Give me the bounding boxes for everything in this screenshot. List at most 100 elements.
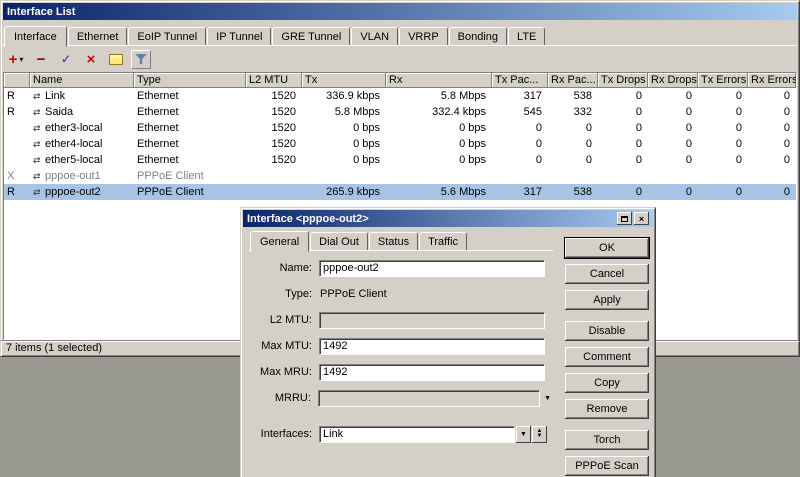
cell-rx-errors: 0: [748, 152, 796, 168]
cell-tx: [302, 168, 386, 184]
dialog-body: GeneralDial OutStatusTraffic Name:Type:P…: [241, 227, 655, 477]
column-header-l2-mtu[interactable]: L2 MTU: [246, 73, 302, 88]
cell-rx-drops: 0: [648, 184, 698, 200]
cell-rx-pac: 0: [548, 152, 598, 168]
tab-bonding[interactable]: Bonding: [449, 27, 507, 46]
ok-button[interactable]: OK: [565, 238, 649, 258]
type-field: PPPoE Client: [319, 288, 387, 300]
table-row[interactable]: ⇄ether5-localEthernet15200 bps0 bps00000…: [4, 152, 796, 168]
down-arrow-icon: ▼: [537, 434, 543, 439]
add-button[interactable]: +▾: [6, 50, 26, 69]
dropdown-arrow-icon[interactable]: ▼: [540, 395, 555, 402]
table-row[interactable]: ⇄ether4-localEthernet15200 bps0 bps00000…: [4, 136, 796, 152]
cancel-button[interactable]: Cancel: [565, 264, 649, 284]
apply-button[interactable]: Apply: [565, 290, 649, 310]
restore-button[interactable]: [617, 212, 632, 225]
table-row[interactable]: ⇄ether3-localEthernet15200 bps0 bps00000…: [4, 120, 796, 136]
cell-tx-pac: 317: [492, 88, 548, 104]
interface-icon: ⇄: [33, 104, 45, 120]
comment-button[interactable]: Comment: [565, 347, 649, 367]
column-header-tx[interactable]: Tx: [302, 73, 386, 88]
interface-list-titlebar[interactable]: Interface List: [3, 3, 797, 20]
tab-vrrp[interactable]: VRRP: [399, 27, 448, 46]
mrru-field-label: MRRU:: [247, 392, 318, 404]
max-mru-field[interactable]: [319, 364, 545, 381]
torch-button[interactable]: Torch: [565, 430, 649, 450]
pppoe-scan-button[interactable]: PPPoE Scan: [565, 456, 649, 476]
cell-rx: 5.8 Mbps: [386, 88, 492, 104]
tab-gre-tunnel[interactable]: GRE Tunnel: [272, 27, 350, 46]
filter-button[interactable]: [131, 50, 151, 69]
cell-type: Ethernet: [134, 136, 246, 152]
column-header-type[interactable]: Type: [134, 73, 246, 88]
tab-general[interactable]: General: [250, 231, 309, 252]
tab-eoip-tunnel[interactable]: EoIP Tunnel: [128, 27, 206, 46]
column-header-rx-drops[interactable]: Rx Drops: [648, 73, 698, 88]
column-header-rx-pac[interactable]: Rx Pac...: [548, 73, 598, 88]
column-header-rx[interactable]: Rx: [386, 73, 492, 88]
disable-button[interactable]: Disable: [565, 321, 649, 341]
tab-dial-out[interactable]: Dial Out: [310, 232, 368, 251]
remove-button[interactable]: Remove: [565, 399, 649, 419]
name-field[interactable]: [319, 260, 545, 277]
table-body: R⇄LinkEthernet1520336.9 kbps5.8 Mbps3175…: [4, 88, 796, 200]
column-header-rx-errors[interactable]: Rx Errors: [748, 73, 796, 88]
copy-button[interactable]: Copy: [565, 373, 649, 393]
interface-icon: ⇄: [33, 184, 45, 200]
check-icon: ✓: [61, 53, 71, 65]
tab-traffic[interactable]: Traffic: [419, 232, 467, 251]
cell-tx-drops: 0: [598, 136, 648, 152]
column-header-tx-drops[interactable]: Tx Drops: [598, 73, 648, 88]
cell-rx-pac: 538: [548, 184, 598, 200]
cell-tx-errors: 0: [698, 136, 748, 152]
combo-drop-icon[interactable]: ▼: [516, 426, 531, 443]
tab-lte[interactable]: LTE: [508, 27, 545, 46]
table-row[interactable]: R⇄SaidaEthernet15205.8 Mbps332.4 kbps545…: [4, 104, 796, 120]
cell-type: PPPoE Client: [134, 184, 246, 200]
cell-tx-errors: 0: [698, 152, 748, 168]
table-row[interactable]: R⇄LinkEthernet1520336.9 kbps5.8 Mbps3175…: [4, 88, 796, 104]
window-title: Interface List: [7, 6, 793, 18]
max-mtu-field[interactable]: [319, 338, 545, 355]
disable-button[interactable]: ×: [81, 50, 101, 69]
cell-tx: 336.9 kbps: [302, 88, 386, 104]
cell-name: ⇄Link: [30, 88, 134, 104]
tab-ip-tunnel[interactable]: IP Tunnel: [207, 27, 271, 46]
cell-tx-drops: 0: [598, 120, 648, 136]
table-row[interactable]: X⇄pppoe-out1PPPoE Client: [4, 168, 796, 184]
interface-icon: ⇄: [33, 168, 45, 184]
filter-icon: [135, 53, 147, 65]
interfaces-field[interactable]: [319, 426, 515, 443]
column-header-flags[interactable]: [4, 73, 30, 88]
close-button[interactable]: ×: [634, 212, 649, 225]
row-flag: [4, 120, 30, 136]
table-header: NameTypeL2 MTUTxRxTx Pac...Rx Pac...Tx D…: [4, 73, 796, 88]
dialog-titlebar[interactable]: Interface <pppoe-out2> ×: [243, 210, 653, 227]
tab-interface[interactable]: Interface: [4, 26, 67, 47]
row-flag: R: [4, 88, 30, 104]
interface-icon: ⇄: [33, 88, 45, 104]
name-field-label: Name:: [247, 262, 319, 274]
tab-vlan[interactable]: VLAN: [351, 27, 398, 46]
dialog-form-area: GeneralDial OutStatusTraffic Name:Type:P…: [247, 229, 555, 477]
column-header-tx-pac[interactable]: Tx Pac...: [492, 73, 548, 88]
row-flag: R: [4, 184, 30, 200]
interface-icon: ⇄: [33, 136, 45, 152]
restore-icon: [621, 216, 628, 222]
list-updown-icon[interactable]: ▲▼: [532, 426, 547, 443]
cell-rx: 0 bps: [386, 152, 492, 168]
remove-button[interactable]: −: [31, 50, 51, 69]
cell-rx-errors: 0: [748, 104, 796, 120]
cell-rx-pac: 538: [548, 88, 598, 104]
tab-ethernet[interactable]: Ethernet: [68, 27, 128, 46]
cell-tx-errors: 0: [698, 184, 748, 200]
comment-button[interactable]: [106, 50, 126, 69]
column-header-tx-errors[interactable]: Tx Errors: [698, 73, 748, 88]
tab-status[interactable]: Status: [369, 232, 418, 251]
enable-button[interactable]: ✓: [56, 50, 76, 69]
row-flag: X: [4, 168, 30, 184]
status-text: 7 items (1 selected): [6, 342, 102, 354]
column-header-name[interactable]: Name: [30, 73, 134, 88]
cell-tx: 0 bps: [302, 120, 386, 136]
table-row[interactable]: R⇄pppoe-out2PPPoE Client265.9 kbps5.6 Mb…: [4, 184, 796, 200]
